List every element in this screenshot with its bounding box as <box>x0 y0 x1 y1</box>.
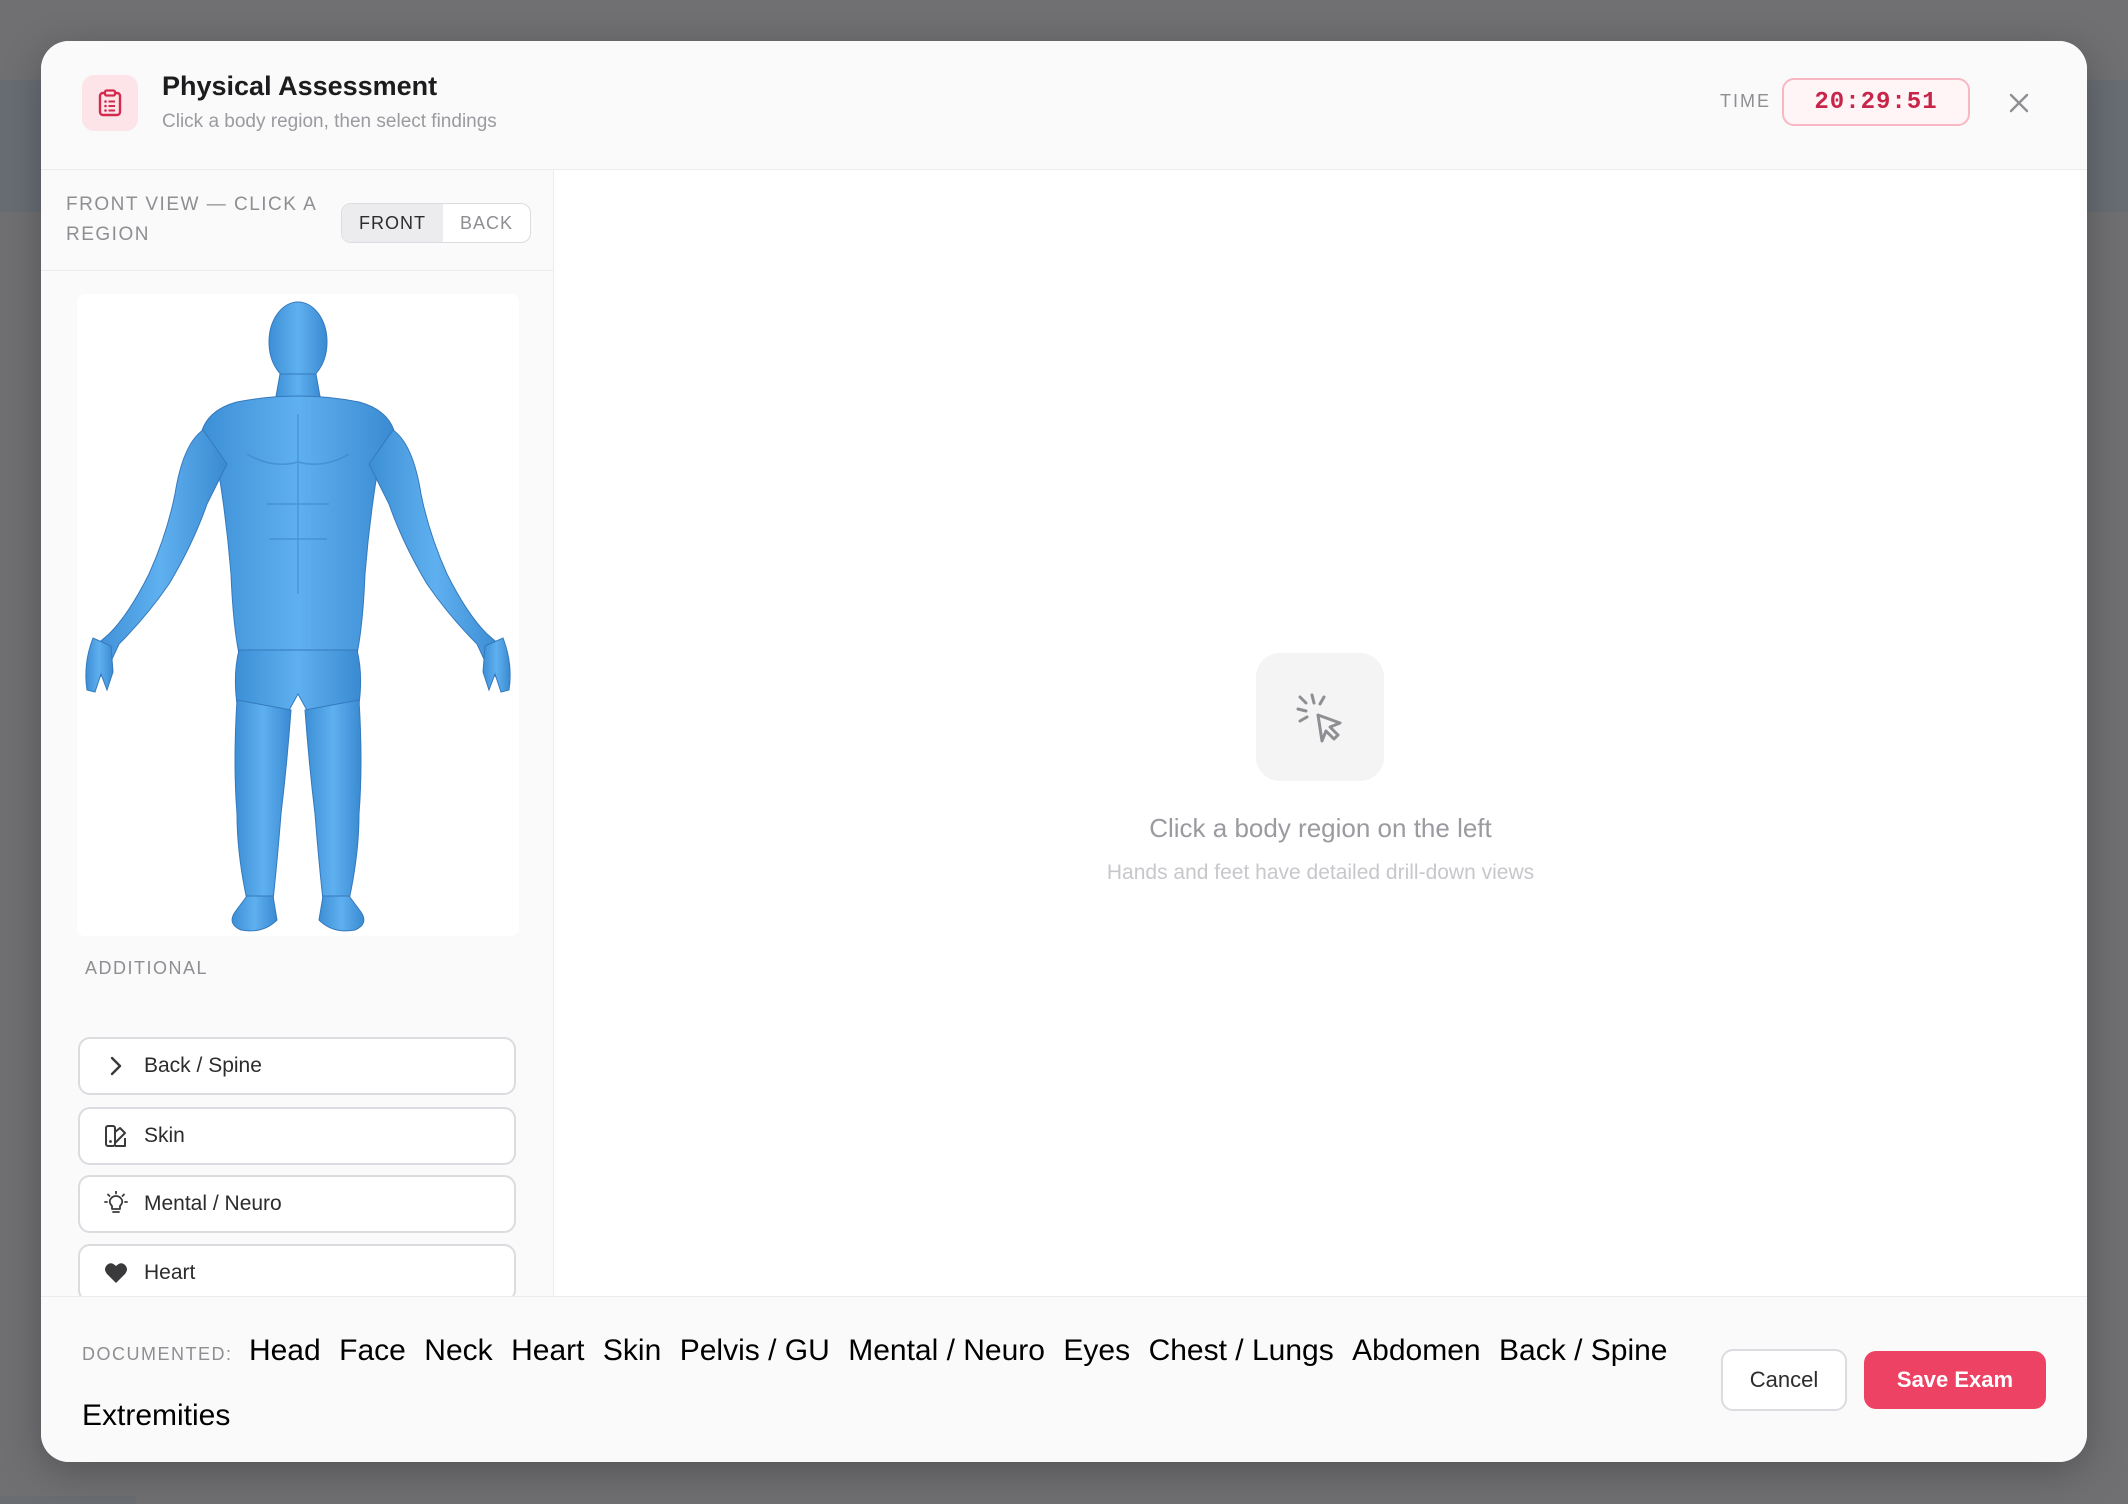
body-map-panel: FRONT VIEW — CLICK A REGION FRONT BACK A… <box>41 170 554 1302</box>
view-toggle: FRONT BACK <box>341 203 532 243</box>
region-right-leg[interactable] <box>234 699 292 901</box>
front-view-tab[interactable]: FRONT <box>342 204 443 242</box>
documented-item: Back / Spine <box>1499 1334 1668 1367</box>
back-view-tab[interactable]: BACK <box>443 204 530 242</box>
cursor-click-icon <box>1256 653 1384 781</box>
chevron-right-icon <box>102 1052 130 1080</box>
documented-item: Mental / Neuro <box>848 1334 1045 1367</box>
panel-divider <box>41 270 553 271</box>
cancel-button[interactable]: Cancel <box>1721 1349 1847 1411</box>
time-label: TIME <box>1720 91 1771 111</box>
skin-button[interactable]: Skin <box>78 1107 516 1165</box>
region-left-leg[interactable] <box>304 699 362 901</box>
skin-label: Skin <box>144 1124 185 1147</box>
heart-button[interactable]: Heart <box>78 1244 516 1302</box>
documented-item: Eyes <box>1063 1334 1131 1367</box>
documented-item: Neck <box>424 1334 493 1367</box>
region-left-foot[interactable] <box>318 895 365 932</box>
clipboard-icon <box>82 75 138 131</box>
back-spine-button[interactable]: Back / Spine <box>78 1037 516 1095</box>
mental-neuro-button[interactable]: Mental / Neuro <box>78 1175 516 1233</box>
region-left-arm[interactable] <box>368 429 503 679</box>
documented-item: Abdomen <box>1352 1334 1481 1367</box>
heart-label: Heart <box>144 1261 196 1284</box>
physical-assessment-modal: Physical Assessment Click a body region,… <box>41 41 2087 1462</box>
human-body-model[interactable] <box>77 294 519 936</box>
lightbulb-icon <box>102 1190 130 1218</box>
documented-item: Extremities <box>82 1399 231 1432</box>
mental-neuro-label: Mental / Neuro <box>144 1192 282 1215</box>
heart-icon <box>102 1259 130 1287</box>
documented-item: Head <box>248 1334 321 1367</box>
modal-header: Physical Assessment Click a body region,… <box>41 41 2087 170</box>
documented-label: DOCUMENTED: <box>82 1344 233 1364</box>
swatch-icon <box>102 1122 130 1150</box>
documented-item: Chest / Lungs <box>1148 1334 1334 1367</box>
region-right-hand[interactable] <box>85 637 114 693</box>
close-icon <box>2009 93 2029 113</box>
modal-title: Physical Assessment <box>162 71 438 101</box>
view-label: FRONT VIEW — CLICK A REGION <box>66 194 317 245</box>
documented-item: Heart <box>511 1334 585 1367</box>
save-exam-button[interactable]: Save Exam <box>1864 1351 2046 1409</box>
close-button[interactable] <box>2001 85 2037 121</box>
empty-state-subtitle: Hands and feet have detailed drill-down … <box>1106 861 1535 884</box>
region-right-arm[interactable] <box>93 429 228 679</box>
modal-subtitle: Click a body region, then select finding… <box>162 111 497 132</box>
region-right-foot[interactable] <box>231 895 278 932</box>
body-model-viewer[interactable] <box>77 294 519 936</box>
modal-footer: DOCUMENTED: Head Face Neck Heart Skin Pe… <box>41 1296 2087 1462</box>
documented-list: DOCUMENTED: Head Face Neck Heart Skin Pe… <box>82 1321 1722 1451</box>
region-left-hand[interactable] <box>482 637 511 693</box>
region-head[interactable] <box>268 301 328 383</box>
documented-item: Pelvis / GU <box>679 1334 830 1367</box>
back-spine-label: Back / Spine <box>144 1054 262 1077</box>
empty-state-title: Click a body region on the left <box>1149 813 1492 843</box>
documented-item: Skin <box>602 1334 662 1367</box>
documented-item: Face <box>339 1334 406 1367</box>
additional-label: ADDITIONAL <box>85 958 209 978</box>
findings-panel: Click a body region on the left Hands an… <box>554 170 2087 1296</box>
time-display: 20:29:51 <box>1782 78 1970 126</box>
